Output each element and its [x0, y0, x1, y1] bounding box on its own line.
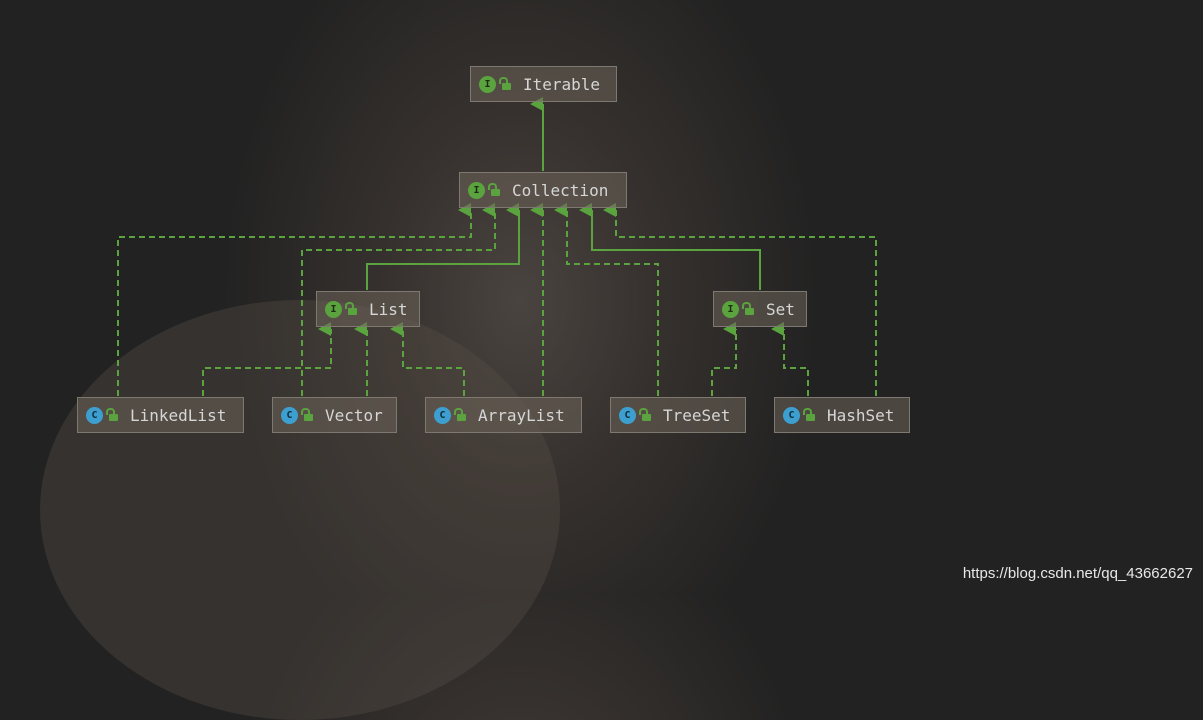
node-label: List — [369, 299, 408, 319]
node-label: ArrayList — [478, 405, 565, 425]
node-list[interactable]: I List — [316, 291, 420, 327]
node-treeset[interactable]: C TreeSet — [610, 397, 746, 433]
class-icon: C — [434, 406, 451, 424]
edge-set-collection — [579, 203, 761, 290]
public-lock-icon — [488, 182, 500, 196]
interface-icon: I — [479, 75, 496, 93]
class-icon: C — [619, 406, 636, 424]
node-vector[interactable]: C Vector — [272, 397, 397, 433]
node-label: TreeSet — [663, 405, 731, 425]
public-lock-icon — [499, 76, 511, 90]
node-set[interactable]: I Set — [713, 291, 807, 327]
interface-icon: I — [722, 300, 739, 318]
node-collection[interactable]: I Collection — [459, 172, 627, 208]
edge-hashset-set — [771, 322, 809, 396]
public-lock-icon — [454, 407, 466, 421]
edge-linkedlist-list — [202, 322, 332, 396]
edge-treeset-set — [711, 322, 737, 396]
node-linkedlist[interactable]: C LinkedList — [77, 397, 244, 433]
node-label: Collection — [512, 180, 609, 200]
edge-arraylist-list — [390, 322, 465, 396]
public-lock-icon — [803, 407, 815, 421]
node-iterable[interactable]: I Iterable — [470, 66, 617, 102]
node-label: Vector — [325, 405, 383, 425]
node-label: HashSet — [827, 405, 895, 425]
node-hashset[interactable]: C HashSet — [774, 397, 910, 433]
public-lock-icon — [301, 407, 313, 421]
node-arraylist[interactable]: C ArrayList — [425, 397, 582, 433]
node-label: Set — [766, 299, 795, 319]
watermark: https://blog.csdn.net/qq_43662627 — [962, 565, 1193, 582]
public-lock-icon — [106, 407, 118, 421]
class-icon: C — [783, 406, 800, 424]
public-lock-icon — [639, 407, 651, 421]
class-icon: C — [281, 406, 298, 424]
interface-icon: I — [468, 181, 485, 199]
interface-icon: I — [325, 300, 342, 318]
class-icon: C — [86, 406, 103, 424]
public-lock-icon — [345, 301, 357, 315]
public-lock-icon — [742, 301, 754, 315]
node-label: LinkedList — [130, 405, 227, 425]
node-label: Iterable — [523, 74, 601, 94]
